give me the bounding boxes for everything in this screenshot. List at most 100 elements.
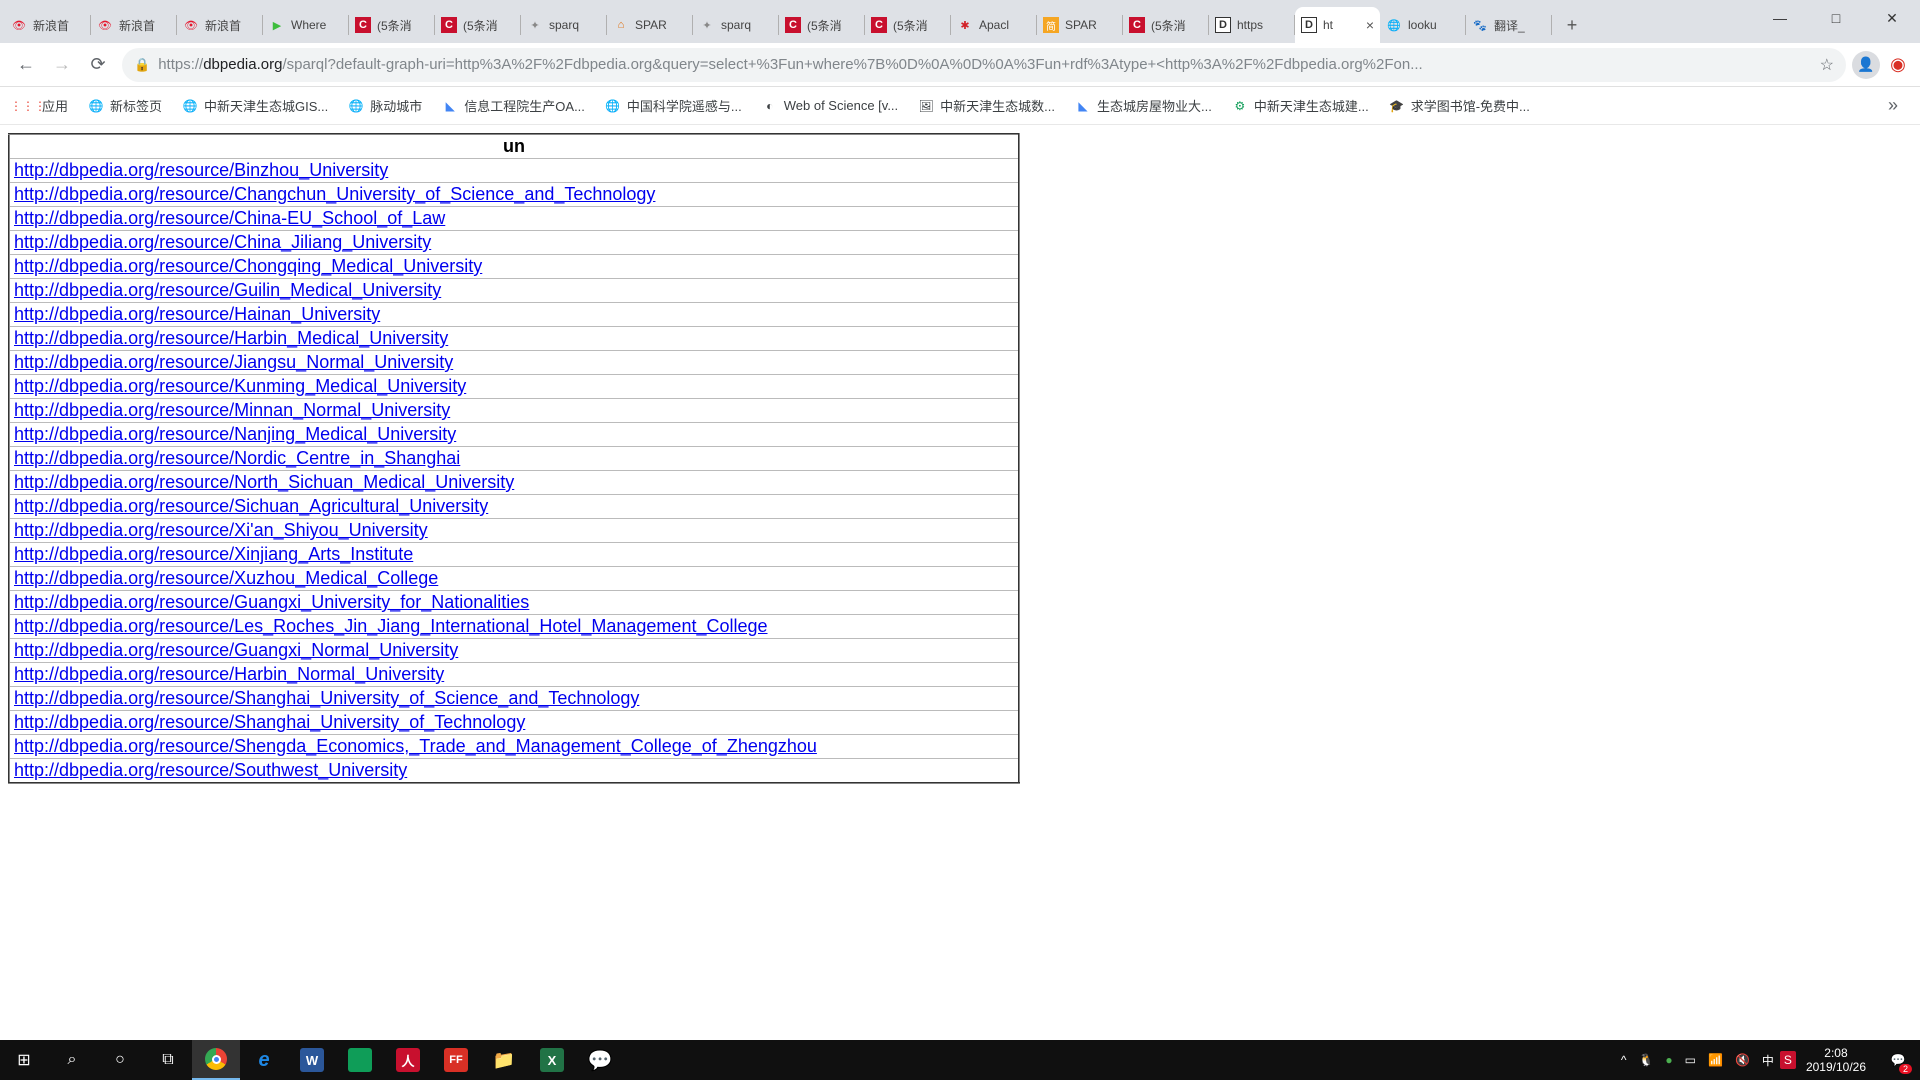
bookmark-item[interactable]: ◐Web of Science [v... — [752, 91, 908, 121]
result-link[interactable]: http://dbpedia.org/resource/Harbin_Medic… — [14, 328, 448, 348]
close-window-button[interactable]: ✕ — [1864, 3, 1920, 33]
result-link[interactable]: http://dbpedia.org/resource/Binzhou_Univ… — [14, 160, 388, 180]
bookmarks-overflow[interactable]: » — [1876, 95, 1910, 116]
taskbar-app-green[interactable] — [336, 1040, 384, 1080]
search-button[interactable]: ⌕ — [48, 1040, 96, 1080]
bookmark-label: 生态城房屋物业大... — [1097, 96, 1212, 115]
bookmark-item[interactable]: ⋮⋮⋮应用 — [10, 91, 78, 121]
result-link[interactable]: http://dbpedia.org/resource/North_Sichua… — [14, 472, 514, 492]
result-link[interactable]: http://dbpedia.org/resource/China_Jilian… — [14, 232, 431, 252]
reload-button[interactable]: ⟳ — [80, 47, 116, 83]
tray-volume-icon[interactable]: 🔇 — [1729, 1053, 1756, 1067]
result-link[interactable]: http://dbpedia.org/resource/Southwest_Un… — [14, 760, 407, 780]
result-link[interactable]: http://dbpedia.org/resource/Xi'an_Shiyou… — [14, 520, 428, 540]
taskbar-pdf[interactable]: 人 — [384, 1040, 432, 1080]
table-row: http://dbpedia.org/resource/Kunming_Medi… — [9, 375, 1019, 399]
result-link[interactable]: http://dbpedia.org/resource/Guangxi_Norm… — [14, 640, 458, 660]
result-link[interactable]: http://dbpedia.org/resource/Nanjing_Medi… — [14, 424, 456, 444]
result-link[interactable]: http://dbpedia.org/resource/Guangxi_Univ… — [14, 592, 529, 612]
browser-tab[interactable]: Dhttps — [1209, 7, 1294, 43]
result-link[interactable]: http://dbpedia.org/resource/Shengda_Econ… — [14, 736, 817, 756]
taskbar-wechat[interactable]: 💬 — [576, 1040, 624, 1080]
result-link[interactable]: http://dbpedia.org/resource/Shanghai_Uni… — [14, 712, 525, 732]
taskbar-chrome[interactable] — [192, 1040, 240, 1080]
bookmark-item[interactable]: 🌐中新天津生态城GIS... — [172, 91, 338, 121]
bookmark-item[interactable]: 🌐新标签页 — [78, 91, 172, 121]
url-input[interactable]: 🔒 https://dbpedia.org/sparql?default-gra… — [122, 48, 1846, 82]
result-link[interactable]: http://dbpedia.org/resource/Xuzhou_Medic… — [14, 568, 438, 588]
result-link[interactable]: http://dbpedia.org/resource/Nordic_Centr… — [14, 448, 460, 468]
browser-tab[interactable]: Dht× — [1295, 7, 1380, 43]
tray-app2-icon[interactable]: ● — [1659, 1053, 1678, 1067]
maximize-button[interactable]: □ — [1808, 3, 1864, 33]
address-bar: ← → ⟳ 🔒 https://dbpedia.org/sparql?defau… — [0, 43, 1920, 87]
result-link[interactable]: http://dbpedia.org/resource/Guilin_Medic… — [14, 280, 441, 300]
bookmark-item[interactable]: ◣生态城房屋物业大... — [1065, 91, 1222, 121]
result-link[interactable]: http://dbpedia.org/resource/Changchun_Un… — [14, 184, 655, 204]
browser-tab[interactable]: C(5条消 — [349, 7, 434, 43]
tray-ime-icon[interactable]: 中 — [1756, 1052, 1780, 1069]
extension-icon[interactable]: ◉ — [1884, 51, 1912, 79]
tray-chevron-icon[interactable]: ^ — [1615, 1053, 1633, 1067]
new-tab-button[interactable]: + — [1558, 11, 1586, 39]
browser-tab[interactable]: ✱Apacl — [951, 7, 1036, 43]
bookmark-item[interactable]: 🌐脉动城市 — [338, 91, 432, 121]
minimize-button[interactable]: ― — [1752, 3, 1808, 33]
result-link[interactable]: http://dbpedia.org/resource/Xinjiang_Art… — [14, 544, 413, 564]
tab-title: 新浪首 — [33, 17, 84, 34]
bookmark-label: 新标签页 — [110, 96, 162, 115]
browser-tab[interactable]: 🌐looku — [1380, 7, 1465, 43]
browser-tab[interactable]: 🐾翻译_ — [1466, 7, 1551, 43]
taskbar-clock[interactable]: 2:08 2019/10/26 — [1796, 1046, 1876, 1075]
star-icon[interactable]: ☆ — [1820, 55, 1834, 75]
browser-tab[interactable]: C(5条消 — [1123, 7, 1208, 43]
browser-tab[interactable]: 👁新浪首 — [5, 7, 90, 43]
browser-tab[interactable]: C(5条消 — [865, 7, 950, 43]
result-link[interactable]: http://dbpedia.org/resource/Harbin_Norma… — [14, 664, 444, 684]
bookmark-item[interactable]: ⚙中新天津生态城建... — [1222, 91, 1379, 121]
cortana-button[interactable]: ○ — [96, 1040, 144, 1080]
result-link[interactable]: http://dbpedia.org/resource/Kunming_Medi… — [14, 376, 466, 396]
tray-ime2-icon[interactable]: S — [1780, 1051, 1796, 1069]
result-link[interactable]: http://dbpedia.org/resource/Jiangsu_Norm… — [14, 352, 453, 372]
forward-button[interactable]: → — [44, 47, 80, 83]
browser-tab[interactable]: 👁新浪首 — [91, 7, 176, 43]
bookmark-item[interactable]: 🖼中新天津生态城数... — [908, 91, 1065, 121]
tray-app-icon[interactable]: 🐧 — [1632, 1053, 1659, 1067]
result-link[interactable]: http://dbpedia.org/resource/Shanghai_Uni… — [14, 688, 639, 708]
browser-tab[interactable]: 👁新浪首 — [177, 7, 262, 43]
taskbar-explorer[interactable]: 📁 — [480, 1040, 528, 1080]
browser-tab[interactable]: C(5条消 — [779, 7, 864, 43]
browser-tab[interactable]: ⌂SPAR — [607, 7, 692, 43]
browser-tab[interactable]: ✦sparq — [693, 7, 778, 43]
result-link[interactable]: http://dbpedia.org/resource/Sichuan_Agri… — [14, 496, 488, 516]
browser-tab[interactable]: ✦sparq — [521, 7, 606, 43]
tab-title: looku — [1408, 18, 1459, 32]
tab-title: (5条消 — [463, 17, 514, 34]
back-button[interactable]: ← — [8, 47, 44, 83]
user-avatar[interactable]: 👤 — [1852, 51, 1880, 79]
task-view-button[interactable]: ⧉ — [144, 1040, 192, 1080]
taskbar-word[interactable]: W — [288, 1040, 336, 1080]
taskbar-ff[interactable]: FF — [432, 1040, 480, 1080]
bookmark-item[interactable]: 🎓求学图书馆-免费中... — [1379, 91, 1540, 121]
notification-button[interactable]: 💬2 — [1876, 1040, 1920, 1080]
taskbar-ie[interactable]: e — [240, 1040, 288, 1080]
browser-tab[interactable]: C(5条消 — [435, 7, 520, 43]
start-button[interactable]: ⊞ — [0, 1040, 48, 1080]
result-link[interactable]: http://dbpedia.org/resource/Minnan_Norma… — [14, 400, 450, 420]
page-content: un http://dbpedia.org/resource/Binzhou_U… — [0, 125, 1920, 792]
result-link[interactable]: http://dbpedia.org/resource/Chongqing_Me… — [14, 256, 482, 276]
result-link[interactable]: http://dbpedia.org/resource/China-EU_Sch… — [14, 208, 445, 228]
browser-tab[interactable]: ▶Where — [263, 7, 348, 43]
result-link[interactable]: http://dbpedia.org/resource/Hainan_Unive… — [14, 304, 380, 324]
bookmark-item[interactable]: ◣信息工程院生产OA... — [432, 91, 595, 121]
tray-battery-icon[interactable]: ▭ — [1679, 1053, 1702, 1067]
taskbar-excel[interactable]: X — [528, 1040, 576, 1080]
table-row: http://dbpedia.org/resource/North_Sichua… — [9, 471, 1019, 495]
bookmark-item[interactable]: 🌐中国科学院遥感与... — [595, 91, 752, 121]
tray-wifi-icon[interactable]: 📶 — [1702, 1053, 1729, 1067]
browser-tab[interactable]: 简SPAR — [1037, 7, 1122, 43]
close-tab-icon[interactable]: × — [1366, 17, 1374, 33]
result-link[interactable]: http://dbpedia.org/resource/Les_Roches_J… — [14, 616, 768, 636]
